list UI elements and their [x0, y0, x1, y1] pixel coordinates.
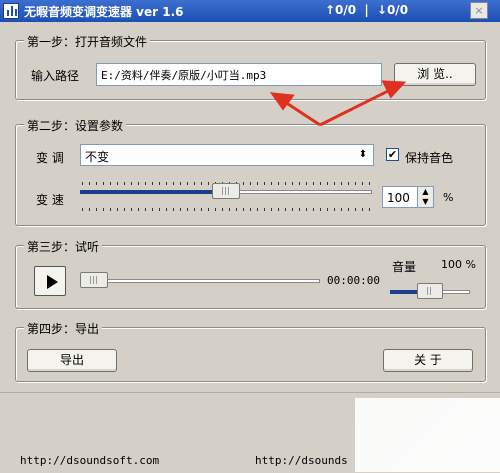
annotation-arrow-group [269, 80, 407, 127]
annotation-arrowhead-right [381, 80, 407, 99]
app-window: 无暇音频变调变速器 ver 1.6 ↑0/0 | ↓0/0 × 第一步：打开音频… [0, 0, 500, 473]
annotation-arrows [269, 80, 407, 127]
annotation-arrow-left [284, 100, 321, 127]
annotation-arrow-right [319, 88, 391, 127]
